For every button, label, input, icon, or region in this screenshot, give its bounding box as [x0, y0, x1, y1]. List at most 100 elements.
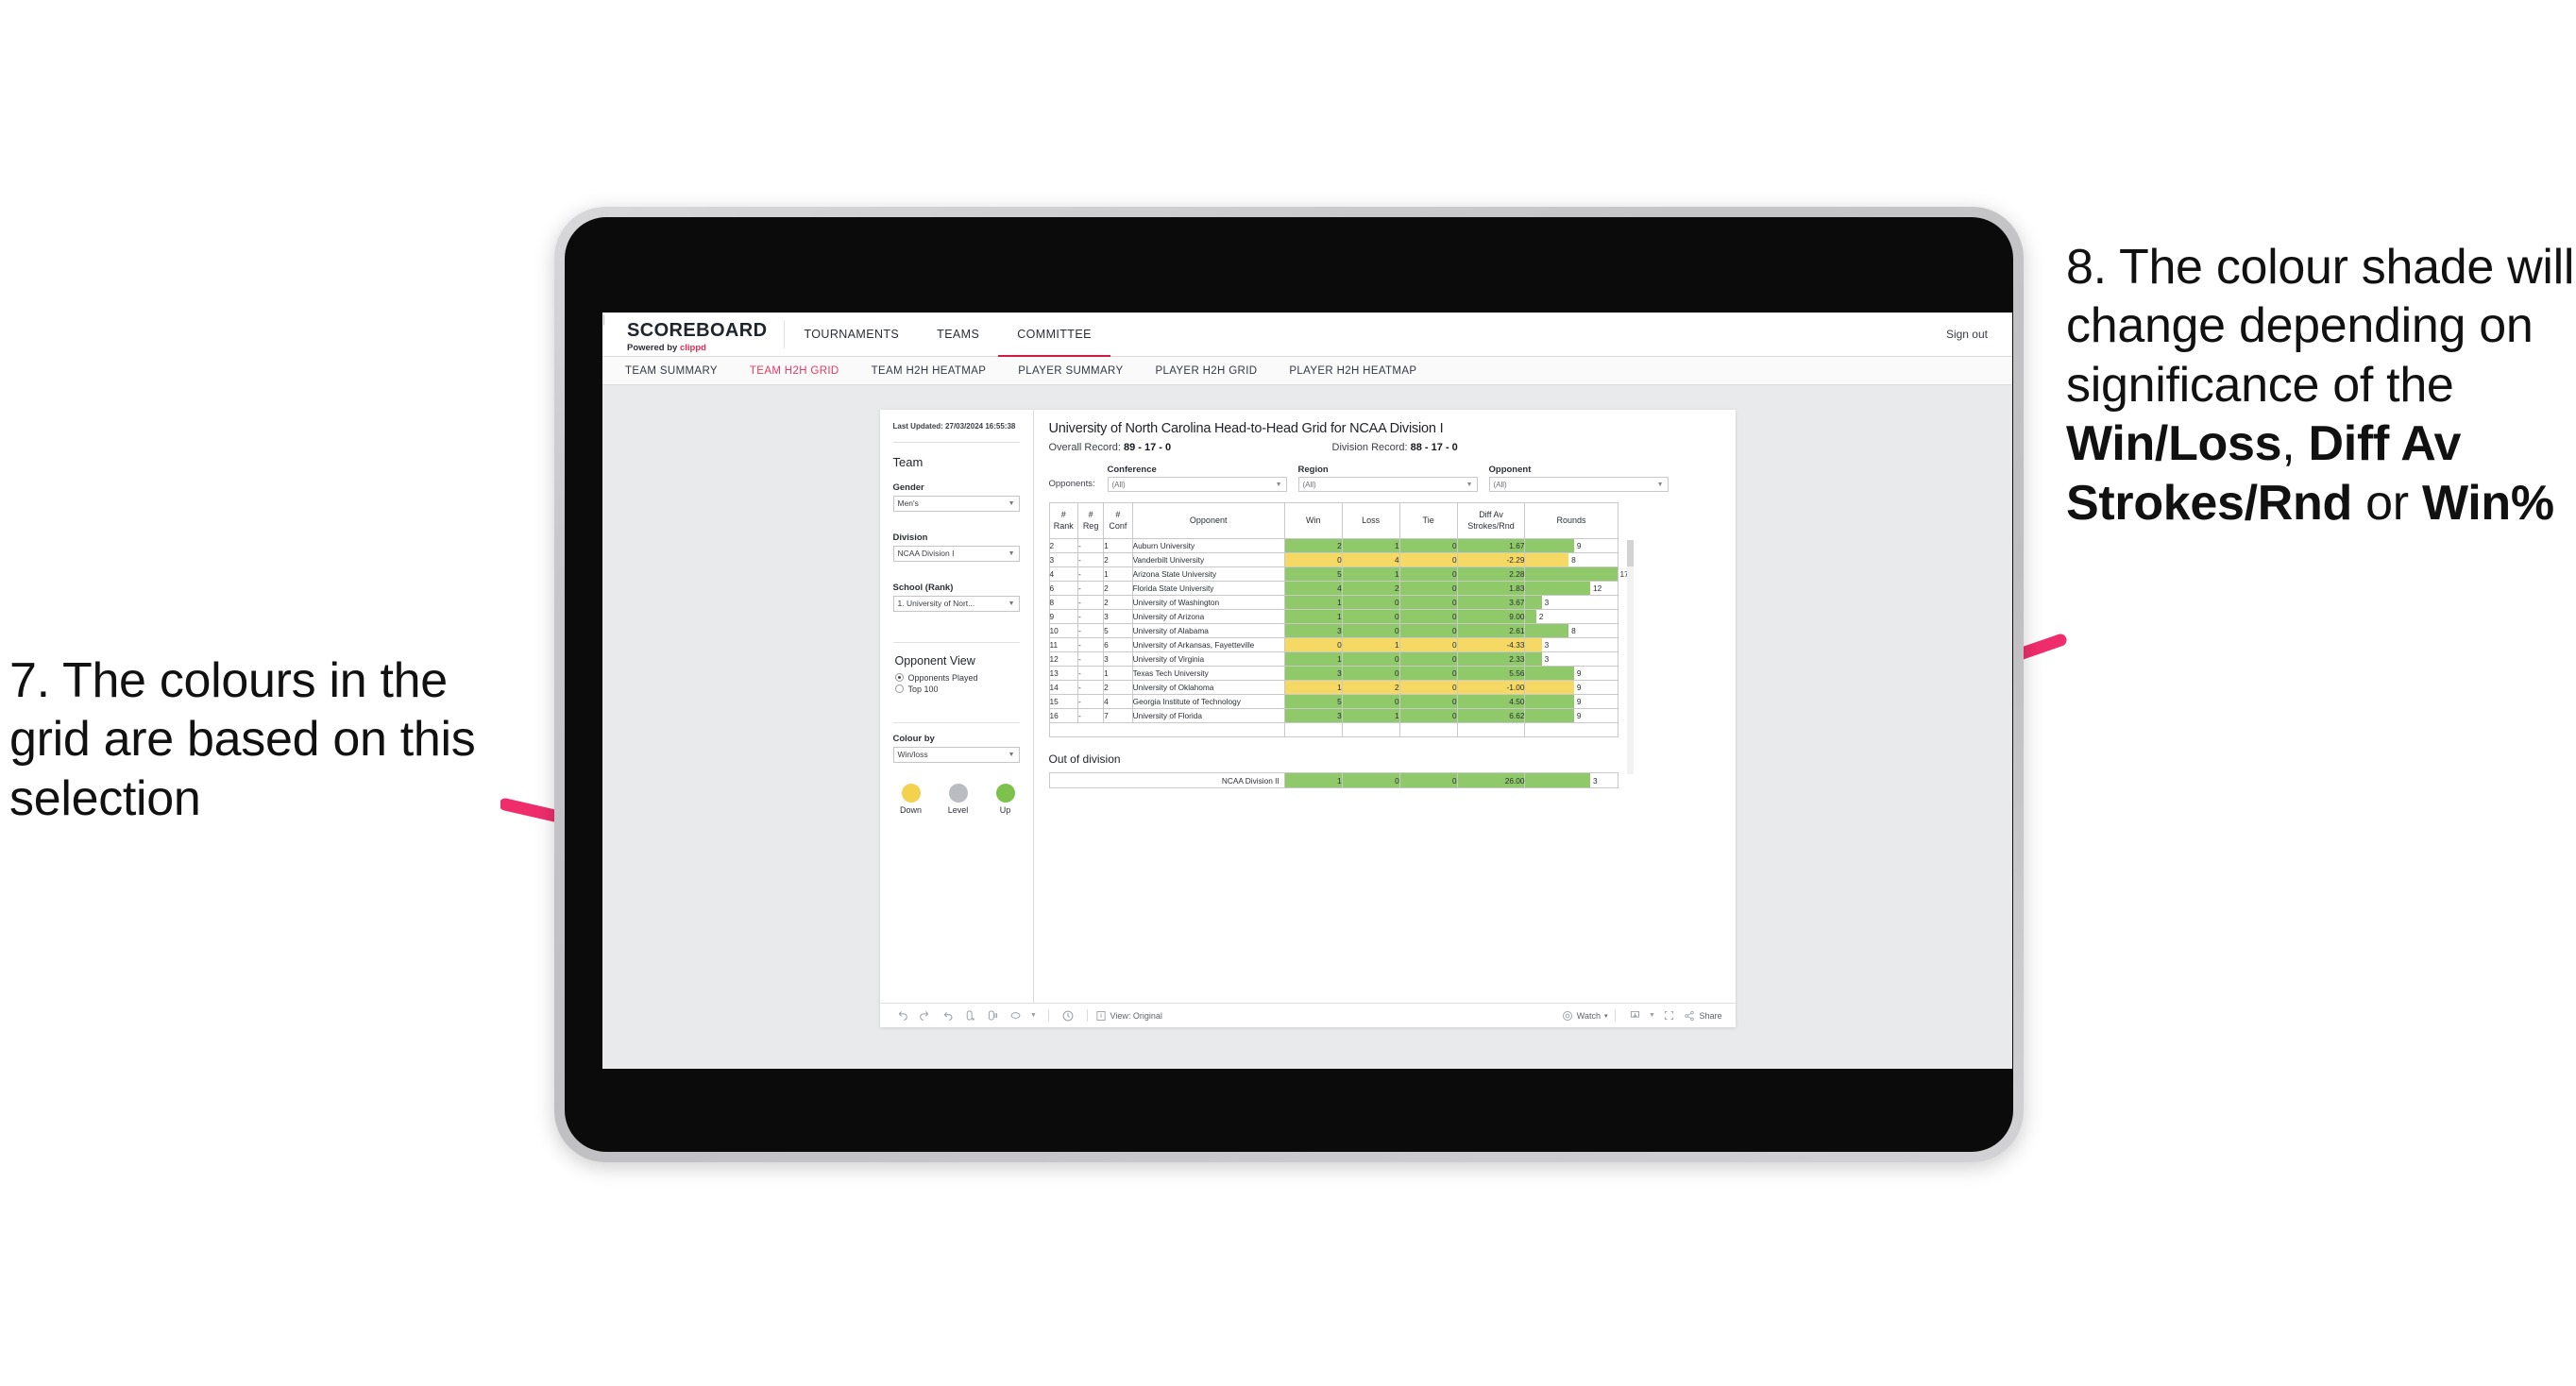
view-original-button[interactable]: View: Original [1095, 1010, 1162, 1022]
th-conf[interactable]: # Conf [1103, 502, 1133, 539]
legend-item-level: Level [944, 783, 973, 815]
conference-select[interactable]: (All) ▼ [1107, 477, 1287, 492]
annotation-8-bold-winpct: Win% [2421, 475, 2554, 531]
chevron-down-icon: ▼ [1008, 751, 1015, 758]
cell-loss: 2 [1341, 581, 1400, 596]
th-loss[interactable]: Loss [1341, 502, 1400, 539]
cell-reg: - [1076, 595, 1105, 610]
cell-rounds: 3 [1524, 651, 1618, 667]
watch-button[interactable]: Watch ▾ [1562, 1010, 1608, 1022]
th-diff-av-strokes[interactable]: Diff Av Strokes/Rnd [1456, 502, 1526, 539]
cell-loss: 0 [1341, 651, 1400, 667]
cell-tie: 0 [1398, 609, 1458, 624]
th-tie[interactable]: Tie [1398, 502, 1458, 539]
legend-dot-level [948, 783, 968, 803]
share-button[interactable]: Share [1684, 1010, 1722, 1022]
table-row[interactable]: 15-4 Georgia Institute of Technology 5 0 0 4.… [1048, 694, 1618, 709]
table-row[interactable]: 12-3 University of Virginia 1 0 0 2.33 3 [1048, 651, 1618, 667]
out-of-division-row[interactable]: NCAA Division II 1 0 0 26.00 3 [1048, 772, 1618, 788]
cell-opponent: University of Virginia [1131, 651, 1285, 667]
sign-out-link[interactable]: Sign out [1946, 328, 1988, 341]
region-label: Region [1297, 465, 1329, 475]
region-select[interactable]: (All) ▼ [1297, 477, 1478, 492]
opponent-label: Opponent [1488, 465, 1532, 475]
table-row[interactable]: 11-6 University of Arkansas, Fayetteville… [1048, 637, 1618, 652]
pause-auto-update-icon[interactable] [982, 1004, 1005, 1028]
fullscreen-icon[interactable] [1657, 1004, 1680, 1028]
revert-icon[interactable] [937, 1004, 959, 1028]
subnav-tab-team-h2h-grid[interactable]: TEAM H2H GRID [750, 365, 839, 377]
nav-tab-committee[interactable]: COMMITTEE [998, 313, 1110, 357]
cell-diff-av-strokes: 6.62 [1456, 708, 1526, 723]
h2h-table-head: # Rank # Reg # Conf Opponent Win Loss Tie [1048, 502, 1618, 539]
subnav-tab-team-summary[interactable]: TEAM SUMMARY [625, 365, 718, 377]
th-reg[interactable]: # Reg [1076, 502, 1105, 539]
table-row[interactable]: 9-3 University of Arizona 1 0 0 9.00 2 [1048, 609, 1618, 624]
toolbar-divider-3 [1615, 1009, 1617, 1022]
refresh-data-icon[interactable] [959, 1004, 982, 1028]
nav-tab-teams[interactable]: TEAMS [918, 313, 998, 356]
table-row[interactable]: 6-2 Florida State University 4 2 0 1.83 12 [1048, 581, 1618, 596]
loop-icon[interactable] [1005, 1004, 1027, 1028]
tablet-device-frame: SCOREBOARD Powered by clippd TOURNAMENTS… [554, 207, 2024, 1162]
bottom-toolbar: ▼ View: Original Watch ▾ ▼ Share [879, 1003, 1736, 1028]
h2h-table-body: 2-1 Auburn University 2 1 0 1.67 9 3-2 Vanderbil… [1048, 538, 1629, 737]
radio-opponents-played[interactable]: Opponents Played [894, 673, 1020, 683]
table-scrollbar-thumb[interactable] [1626, 540, 1634, 566]
download-icon[interactable] [1623, 1004, 1646, 1028]
cell-conf: 6 [1103, 637, 1133, 652]
cell-loss: 2 [1341, 680, 1400, 695]
dashboard-body: Last Updated: 27/03/2024 16:55:38 Team G… [879, 410, 1736, 1003]
legend-label-level: Level [947, 804, 969, 815]
loop-dropdown-caret-icon[interactable]: ▼ [1027, 1004, 1041, 1028]
subnav-tab-team-h2h-heatmap[interactable]: TEAM H2H HEATMAP [872, 365, 987, 377]
radio-top-100[interactable]: Top 100 [894, 685, 1020, 694]
table-row[interactable]: 16-7 University of Florida 3 1 0 6.62 9 [1048, 708, 1618, 723]
cell-reg: - [1076, 581, 1105, 596]
last-updated-text: Last Updated: 27/03/2024 16:55:38 [892, 422, 1016, 431]
conference-filter-group: Conference (All) ▼ [1107, 465, 1287, 492]
table-row[interactable]: 14-2 University of Oklahoma 1 2 0 -1.00 9 [1048, 680, 1618, 695]
cell-diff-av-strokes: 3.67 [1456, 595, 1526, 610]
legend-label-up: Up [999, 804, 1011, 815]
table-row[interactable]: 4-1 Arizona State University 5 1 0 2.28 17 [1048, 566, 1629, 582]
cell-rank: 8 [1048, 595, 1078, 610]
opponent-view-heading: Opponent View [894, 653, 975, 668]
ood-cell-loss: 0 [1341, 772, 1400, 788]
cell-reg: - [1076, 651, 1105, 667]
download-caret-icon[interactable]: ▼ [1646, 1004, 1657, 1028]
cell-diff-av-strokes: 9.00 [1456, 609, 1526, 624]
nav-tab-tournaments[interactable]: TOURNAMENTS [785, 313, 918, 356]
cell-loss: 0 [1341, 694, 1400, 709]
annotation-8-mid2: or [2352, 475, 2422, 531]
table-row[interactable]: 3-2 Vanderbilt University 0 4 0 -2.29 8 [1048, 552, 1618, 567]
pause-refresh-icon[interactable] [1057, 1004, 1079, 1028]
brand-logo[interactable]: SCOREBOARD Powered by clippd [602, 313, 784, 356]
table-row[interactable]: 8-2 University of Washington 1 0 0 3.67 3 [1048, 595, 1618, 610]
th-opponent[interactable]: Opponent [1131, 502, 1285, 539]
gender-select[interactable]: Men's ▼ [892, 495, 1020, 512]
subnav-tab-player-h2h-heatmap[interactable]: PLAYER H2H HEATMAP [1289, 365, 1416, 377]
division-select[interactable]: NCAA Division I ▼ [892, 545, 1020, 562]
th-win[interactable]: Win [1283, 502, 1343, 539]
school-rank-select[interactable]: 1. University of Nort... ▼ [892, 595, 1020, 612]
subnav-tab-player-h2h-grid[interactable]: PLAYER H2H GRID [1155, 365, 1257, 377]
table-vertical-scrollbar[interactable] [1626, 540, 1634, 774]
table-row[interactable]: 13-1 Texas Tech University 3 0 0 5.56 9 [1048, 666, 1618, 681]
th-rounds[interactable]: Rounds [1524, 502, 1618, 539]
toolbar-divider-1 [1047, 1009, 1049, 1022]
subnav-tab-player-summary[interactable]: PLAYER SUMMARY [1018, 365, 1123, 377]
watch-caret-icon: ▾ [1603, 1012, 1608, 1020]
th-rank[interactable]: # Rank [1048, 502, 1078, 539]
division-record: Division Record: 88 - 17 - 0 [1332, 442, 1458, 453]
cell-reg: - [1076, 708, 1105, 723]
undo-icon[interactable] [891, 1004, 914, 1028]
watch-label: Watch [1576, 1010, 1601, 1021]
redo-icon[interactable] [914, 1004, 937, 1028]
table-row[interactable]: 10-5 University of Alabama 3 0 0 2.61 8 [1048, 623, 1618, 638]
opponent-filter-group: Opponent (All) ▼ [1488, 465, 1669, 492]
table-row[interactable]: 2-1 Auburn University 2 1 0 1.67 9 [1048, 538, 1618, 553]
colour-by-select[interactable]: Win/loss ▼ [892, 746, 1020, 763]
cell-reg: - [1076, 566, 1105, 582]
opponent-select[interactable]: (All) ▼ [1488, 477, 1669, 492]
